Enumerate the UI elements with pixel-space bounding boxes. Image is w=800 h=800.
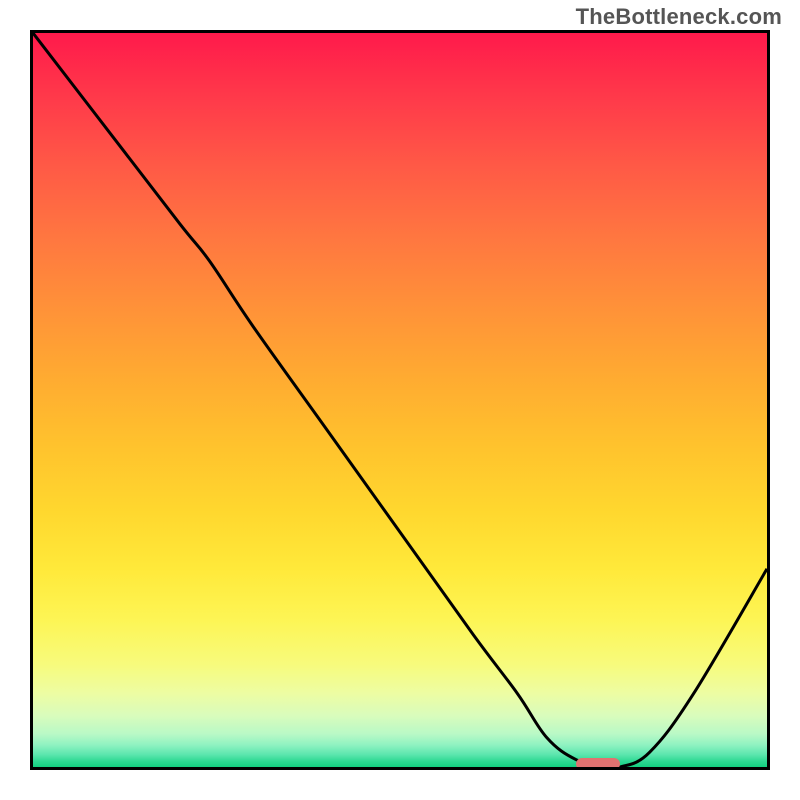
curve-svg <box>33 33 767 767</box>
optimal-marker <box>576 758 620 770</box>
bottleneck-curve-path <box>33 33 767 767</box>
watermark-text: TheBottleneck.com <box>576 4 782 30</box>
chart-container: TheBottleneck.com <box>0 0 800 800</box>
plot-area <box>30 30 770 770</box>
